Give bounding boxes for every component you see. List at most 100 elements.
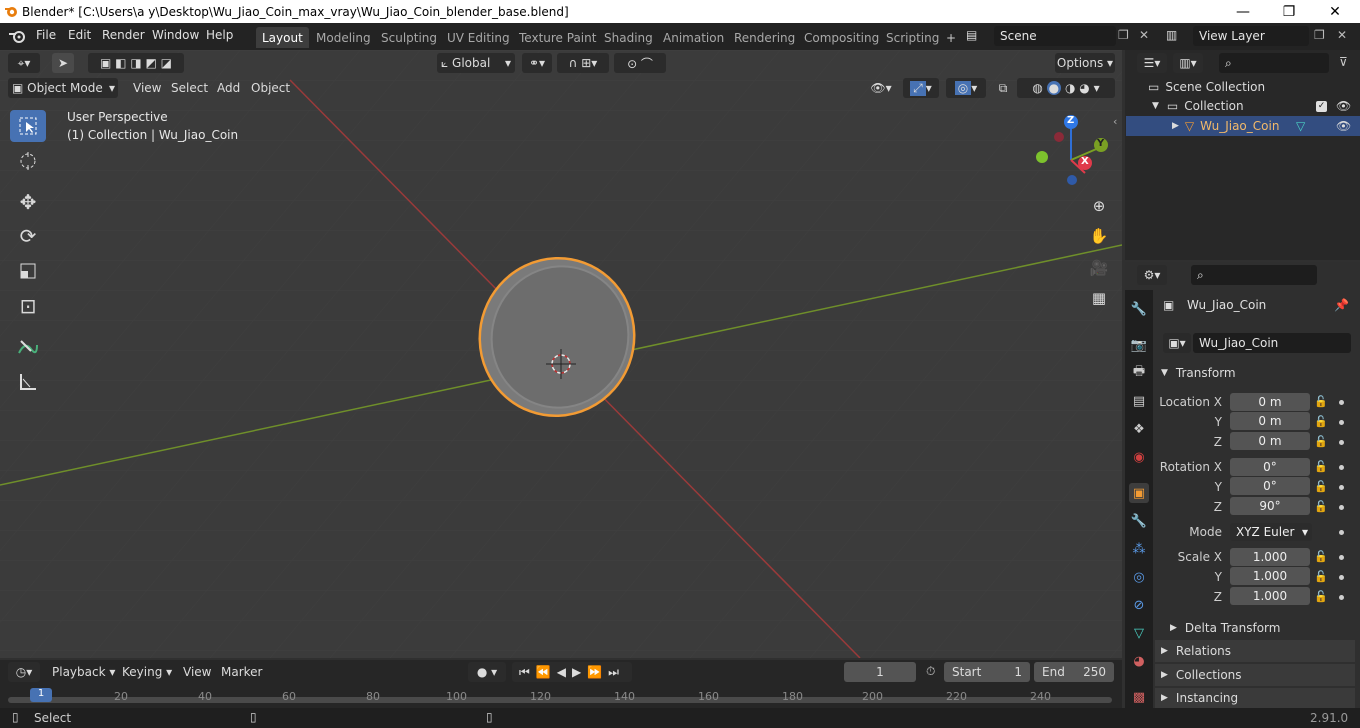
close-button[interactable]: ✕ [1312, 0, 1358, 23]
stopwatch-icon[interactable]: ⏱ [926, 664, 935, 679]
scene-field[interactable]: Scene [994, 26, 1116, 46]
viewport-menu-object[interactable]: Object [245, 78, 296, 98]
location-y-field[interactable]: 0 m [1230, 412, 1310, 430]
outliner-row-scene-collection[interactable]: ▭ Scene Collection [1126, 77, 1360, 97]
tool-select-button[interactable]: ➤ [52, 53, 74, 73]
menu-edit[interactable]: Edit [68, 28, 91, 42]
tab-scripting[interactable]: Scripting [880, 27, 945, 48]
lock-icon[interactable]: 🔓 [1314, 435, 1328, 448]
pin-icon[interactable]: 📌 [1334, 298, 1349, 312]
scale-tool[interactable] [10, 255, 46, 287]
mode-dropdown[interactable]: ▣ Object Mode ▾ [8, 78, 118, 98]
keyframe-dot-icon[interactable] [1339, 440, 1344, 445]
location-x-field[interactable]: 0 m [1230, 393, 1310, 411]
tab-view-layer[interactable]: ▤ [1129, 391, 1149, 411]
playhead[interactable]: 1 [30, 688, 52, 702]
annotate-tool[interactable] [10, 331, 46, 363]
properties-editor-type-button[interactable]: ⚙▾ [1137, 265, 1167, 285]
solid-shading-icon[interactable]: ● [1046, 81, 1062, 95]
new-view-layer-icon[interactable]: ❐ [1314, 28, 1325, 42]
outliner-search-input[interactable]: ⌕ [1219, 53, 1329, 73]
rendered-shading-icon[interactable]: ◕ [1079, 81, 1089, 95]
keyframe-dot-icon[interactable] [1339, 420, 1344, 425]
snap-button[interactable]: ∩ ⊞▾ [557, 53, 609, 73]
viewport-menu-select[interactable]: Select [165, 78, 214, 98]
transform-tool[interactable]: ⊡ [10, 290, 46, 322]
object-browse-button[interactable]: ▣▾ [1163, 333, 1191, 353]
current-frame-field[interactable]: 1 [844, 662, 916, 682]
editor-type-button[interactable]: ⌖▾ [8, 53, 40, 73]
delta-transform-header[interactable]: ▶ Delta Transform [1170, 617, 1355, 639]
view-layer-field[interactable]: View Layer [1193, 26, 1309, 46]
lock-icon[interactable]: 🔓 [1314, 550, 1328, 563]
move-tool[interactable]: ✥ [10, 186, 46, 218]
outliner-editor-type-button[interactable]: ☰▾ [1137, 53, 1167, 73]
expand-arrow-icon[interactable]: ▶ [1172, 121, 1179, 131]
tab-uv-editing[interactable]: UV Editing [441, 27, 516, 48]
rotation-mode-dropdown[interactable]: XYZ Euler ▾ [1230, 523, 1312, 541]
outliner-row-collection[interactable]: ▼ ▭ Collection ✓ 👁 [1126, 96, 1360, 116]
scene-icon[interactable]: ▤ [966, 28, 977, 42]
relations-panel-header[interactable]: ▶ Relations [1155, 640, 1355, 662]
ortho-toggle-button[interactable]: ▦ [1086, 285, 1112, 311]
tab-modeling[interactable]: Modeling [310, 27, 377, 48]
keyframe-dot-icon[interactable] [1339, 400, 1344, 405]
tab-particles[interactable]: ⁂ [1129, 539, 1149, 559]
new-scene-icon[interactable]: ❐ [1118, 28, 1129, 42]
tab-sculpting[interactable]: Sculpting [375, 27, 443, 48]
keyframe-dot-icon[interactable] [1339, 575, 1344, 580]
keyframe-dot-icon[interactable] [1339, 555, 1344, 560]
menu-window[interactable]: Window [152, 28, 199, 42]
select-box-tool[interactable] [10, 110, 46, 142]
display-mode-button[interactable]: ▥▾ [1173, 53, 1203, 73]
outliner-row-wu-jiao-coin[interactable]: ▶ ▽ Wu_Jiao_Coin ▽ 👁 [1126, 116, 1360, 136]
collections-panel-header[interactable]: ▶ Collections [1155, 664, 1355, 686]
tab-layout[interactable]: Layout [256, 27, 309, 48]
keyframe-dot-icon[interactable] [1339, 530, 1344, 535]
tab-output[interactable]: 🖶 [1129, 363, 1149, 383]
lock-icon[interactable]: 🔓 [1314, 590, 1328, 603]
sidebar-toggle-icon[interactable]: ‹ [1113, 115, 1117, 128]
overlay-toggle[interactable]: ◎ ▾ [946, 78, 986, 98]
transform-panel-header[interactable]: ▼ Transform [1155, 362, 1355, 384]
location-z-field[interactable]: 0 m [1230, 432, 1310, 450]
start-frame-field[interactable]: Start 1 [944, 662, 1030, 682]
timeline-menu-view[interactable]: View [177, 662, 217, 682]
cursor-tool[interactable] [10, 145, 46, 177]
lock-icon[interactable]: 🔓 [1314, 415, 1328, 428]
lock-icon[interactable]: 🔓 [1314, 570, 1328, 583]
lock-icon[interactable]: 🔓 [1314, 500, 1328, 513]
tab-compositing[interactable]: Compositing [798, 27, 885, 48]
tab-data[interactable]: ▽ [1129, 623, 1149, 643]
minimize-button[interactable]: — [1220, 0, 1266, 23]
lock-icon[interactable]: 🔓 [1314, 395, 1328, 408]
transform-orientation-dropdown[interactable]: ⟀ Global ▾ [437, 53, 515, 73]
timeline-menu-marker[interactable]: Marker [215, 662, 268, 682]
visibility-dropdown[interactable]: 👁▾ [866, 78, 896, 98]
proportional-edit-button[interactable]: ⊙ ⌒ [614, 53, 666, 73]
material-shading-icon[interactable]: ◑ [1065, 81, 1075, 95]
timeline-menu-keying[interactable]: Keying ▾ [116, 662, 178, 682]
lock-icon[interactable]: 🔓 [1314, 460, 1328, 473]
view-layer-icon[interactable]: ▥ [1166, 28, 1177, 42]
options-dropdown[interactable]: Options ▾ [1055, 53, 1115, 73]
menu-file[interactable]: File [36, 28, 56, 42]
rotation-x-field[interactable]: 0° [1230, 458, 1310, 476]
rotate-tool[interactable]: ⟳ [10, 220, 46, 252]
viewport-menu-add[interactable]: Add [211, 78, 246, 98]
collapse-arrow-icon[interactable]: ▼ [1152, 101, 1159, 111]
playback-controls[interactable]: ⏮⏪◀▶⏩⏭ [512, 662, 632, 682]
zoom-button[interactable]: ⊕ [1086, 193, 1112, 219]
rotation-z-field[interactable]: 90° [1230, 497, 1310, 515]
eye-icon[interactable]: 👁 [1336, 99, 1351, 113]
scale-z-field[interactable]: 1.000 [1230, 587, 1310, 605]
menu-render[interactable]: Render [102, 28, 145, 42]
tab-object[interactable]: ▣ [1129, 483, 1149, 503]
add-workspace-button[interactable]: + [940, 27, 962, 48]
remove-view-layer-icon[interactable]: ✕ [1337, 28, 1347, 42]
tab-world[interactable]: ◉ [1129, 447, 1149, 467]
pivot-point-button[interactable]: ⚭▾ [522, 53, 552, 73]
tab-shading[interactable]: Shading [598, 27, 659, 48]
keyframe-dot-icon[interactable] [1339, 465, 1344, 470]
3d-viewport[interactable]: Z Y X User Perspective (1) Collection | … [0, 50, 1122, 658]
